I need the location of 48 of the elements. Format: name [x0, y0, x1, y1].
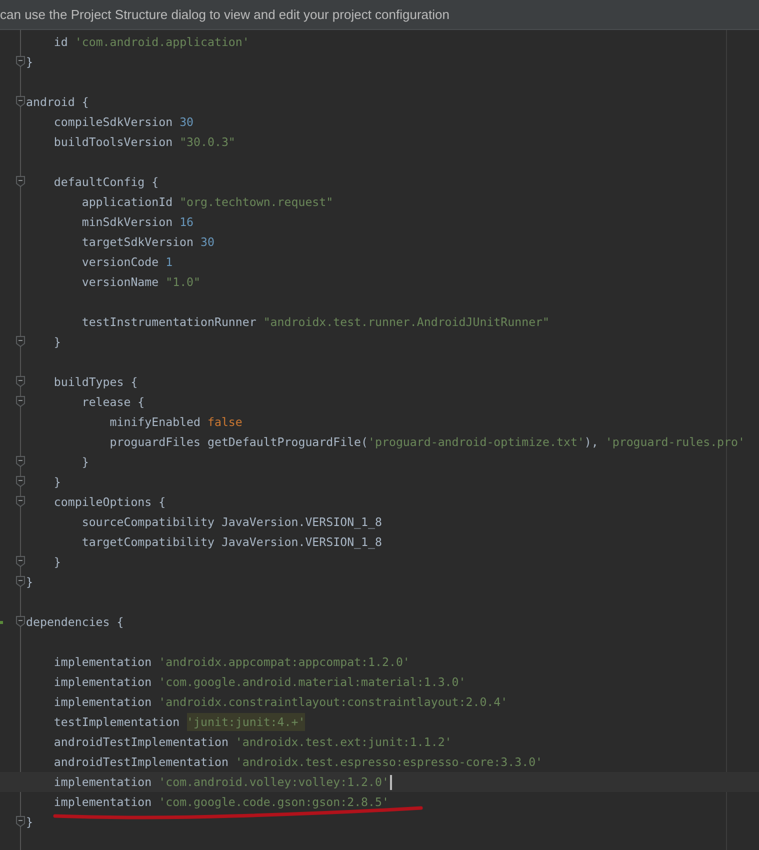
code-line: release { — [80, 395, 145, 409]
banner-text: can use the Project Structure dialog to view and edit your project configuration — [0, 7, 450, 22]
fold-icon[interactable] — [16, 476, 25, 487]
code-line: compileSdkVersion 30 — [52, 115, 194, 129]
code-line: versionCode 1 — [80, 255, 173, 269]
code-line: applicationId "org.techtown.request" — [80, 195, 334, 209]
code-line: } — [26, 55, 33, 69]
fold-icon[interactable] — [16, 396, 25, 407]
code-line: targetCompatibility JavaVersion.VERSION_1_8 — [80, 535, 382, 549]
code-line: implementation 'com.android.volley:volley:1.2.0' — [26, 774, 392, 790]
code-line: android { — [26, 95, 89, 109]
fold-icon[interactable] — [16, 176, 25, 187]
code-line: } — [52, 555, 61, 569]
code-line: } — [80, 455, 89, 469]
code-line: androidTestImplementation 'androidx.test.ext:junit:1.1.2' — [52, 735, 452, 749]
fold-icon[interactable] — [16, 616, 25, 627]
code-line: implementation 'com.google.code.gson:gson:2.8.5' — [52, 795, 389, 809]
fold-icon[interactable] — [16, 816, 25, 827]
code-line: androidTestImplementation 'androidx.test.espresso:espresso-core:3.3.0' — [52, 755, 543, 769]
code-line: proguardFiles getDefaultProguardFile('proguard-android-optimize.txt'), 'proguard-rules.pro' — [108, 435, 745, 449]
fold-icon[interactable] — [16, 56, 25, 67]
code-line: buildTypes { — [52, 375, 138, 389]
fold-icon[interactable] — [16, 376, 25, 387]
code-line: versionName "1.0" — [80, 275, 201, 289]
fold-icon[interactable] — [16, 496, 25, 507]
fold-icon[interactable] — [16, 336, 25, 347]
code-line: sourceCompatibility JavaVersion.VERSION_1_8 — [80, 515, 382, 529]
code-line: dependencies { — [26, 615, 124, 629]
code-line: compileOptions { — [52, 495, 166, 509]
code-line: implementation 'androidx.constraintlayout:constraintlayout:2.0.4' — [52, 695, 508, 709]
code-line: } — [52, 475, 61, 489]
code-line: targetSdkVersion 30 — [80, 235, 214, 249]
fold-icon[interactable] — [16, 556, 25, 567]
code-line: buildToolsVersion "30.0.3" — [52, 135, 236, 149]
code-line: minSdkVersion 16 — [80, 215, 194, 229]
code-line: implementation 'androidx.appcompat:appcompat:1.2.0' — [52, 655, 410, 669]
code-line: testInstrumentationRunner "androidx.test.runner.AndroidJUnitRunner" — [80, 315, 550, 329]
code-line: } — [26, 815, 33, 829]
code-line: implementation 'com.google.android.material:material:1.3.0' — [52, 675, 466, 689]
fold-icon[interactable] — [16, 96, 25, 107]
fold-icon[interactable] — [16, 456, 25, 467]
fold-icon[interactable] — [16, 576, 25, 587]
code-line: id 'com.android.application' — [52, 35, 250, 49]
code-line: testImplementation 'junit:junit:4.+' — [52, 713, 306, 731]
code-line: defaultConfig { — [52, 175, 159, 189]
code-line: } — [52, 335, 61, 349]
code-line: minifyEnabled false — [108, 415, 242, 429]
code-line: } — [26, 575, 33, 589]
